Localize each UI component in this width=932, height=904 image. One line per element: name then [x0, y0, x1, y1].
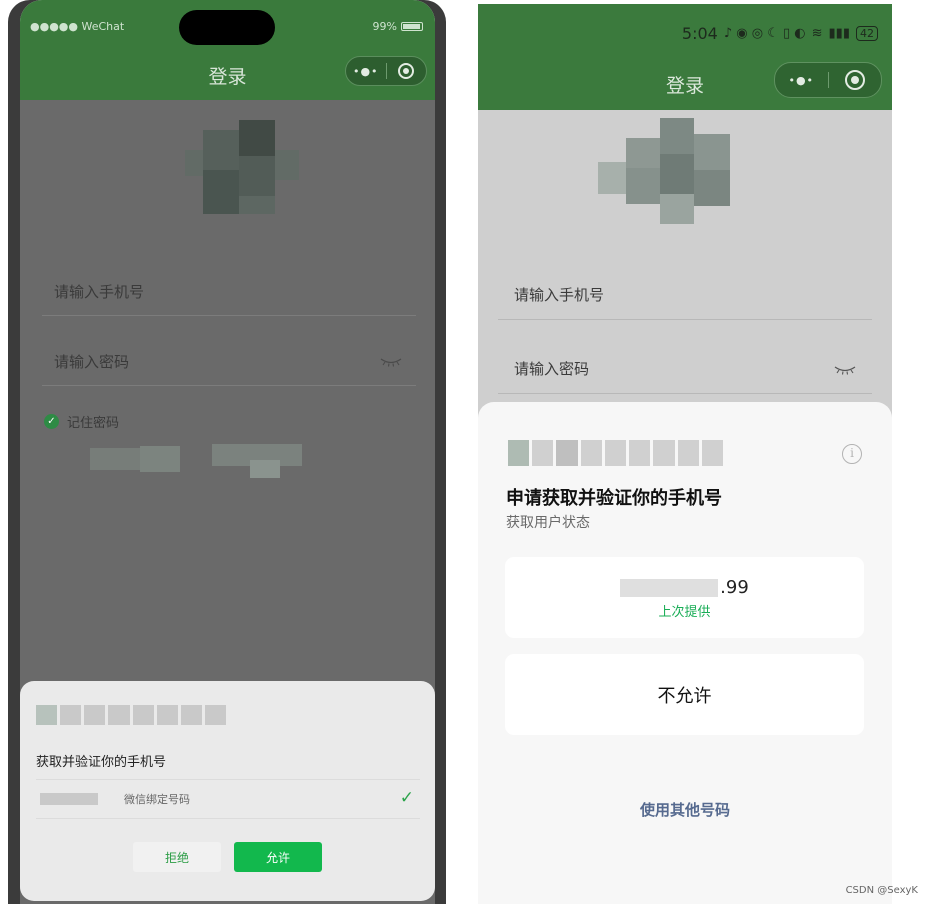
left-phone-input[interactable]: 请输入手机号 — [42, 268, 416, 316]
left-nav-bar: ●●●●● WeChat 99% 登录 •●• — [20, 0, 435, 100]
left-app-name-blurred — [36, 705, 226, 725]
masked-phone-digits — [620, 578, 719, 597]
left-sheet-title: 获取并验证你的手机号 — [36, 755, 167, 770]
capsule-menu-icon[interactable]: •●• — [346, 65, 386, 78]
status-icons: ♪ ◉ ◎ ☾ ▯ ◐ — [723, 26, 806, 41]
right-permission-sheet: i 申请获取并验证你的手机号 获取用户状态 .99 上次提供 不允许 使用其他号… — [478, 402, 892, 904]
watermark: CSDN @SexyK — [845, 885, 918, 896]
right-phone-input[interactable]: 请输入手机号 — [498, 270, 872, 320]
capsule-menu-icon[interactable]: •●• — [775, 74, 828, 87]
wifi-icon: ≋ — [811, 26, 823, 41]
eye-closed-icon[interactable] — [834, 364, 856, 378]
left-blurred-text-4 — [250, 460, 280, 478]
left-password-placeholder: 请输入密码 — [54, 353, 130, 371]
phone-number-row: .99 — [505, 577, 864, 598]
battery-icon: 42 — [856, 26, 878, 41]
left-phone-screen: ●●●●● WeChat 99% 登录 •●• 请输入手机号 请输入密码 ✓ 记… — [20, 0, 435, 904]
right-sheet-subtitle: 获取用户状态 — [506, 515, 590, 531]
right-status-bar: 5:04 ♪ ◉ ◎ ☾ ▯ ◐ ≋ ▮▮▮ 42 — [682, 24, 878, 43]
left-camera-notch — [179, 10, 275, 45]
capsule-close-icon[interactable] — [387, 63, 427, 79]
checkmark-icon: ✓ — [399, 788, 414, 808]
deny-button[interactable]: 不允许 — [505, 654, 864, 735]
right-status-time: 5:04 — [681, 24, 718, 43]
allow-button[interactable]: 允许 — [234, 842, 322, 872]
check-circle-icon: ✓ — [44, 414, 59, 429]
right-sheet-title: 申请获取并验证你的手机号 — [506, 488, 722, 509]
left-permission-sheet: 获取并验证你的手机号 微信绑定号码 ✓ 拒绝 允许 — [20, 681, 435, 901]
last-provided-label: 上次提供 — [658, 605, 711, 620]
phone-number-tail: .99 — [720, 577, 749, 598]
left-status-battery-text: 99% — [372, 20, 397, 33]
capsule-close-icon[interactable] — [829, 70, 882, 90]
left-phone-frame: ●●●●● WeChat 99% 登录 •●• 请输入手机号 请输入密码 ✓ 记… — [8, 0, 446, 904]
left-status-right: 99% — [373, 20, 423, 33]
right-password-placeholder: 请输入密码 — [514, 360, 590, 378]
right-capsule[interactable]: •●• — [774, 62, 882, 98]
screenshot-canvas: ●●●●● WeChat 99% 登录 •●• 请输入手机号 请输入密码 ✓ 记… — [0, 0, 932, 904]
eye-closed-icon[interactable] — [380, 356, 402, 370]
left-capsule[interactable]: •●• — [345, 56, 427, 86]
left-avatar-blurred — [175, 120, 301, 220]
use-other-number-link[interactable]: 使用其他号码 — [478, 799, 892, 820]
left-blurred-text-2 — [140, 446, 180, 472]
left-password-input[interactable]: 请输入密码 — [42, 338, 416, 386]
right-phone-screen: 5:04 ♪ ◉ ◎ ☾ ▯ ◐ ≋ ▮▮▮ 42 登录 •●• 请输入手机号 … — [478, 4, 892, 904]
info-icon[interactable]: i — [842, 444, 862, 464]
signal-icon: ▮▮▮ — [828, 26, 850, 41]
right-password-input[interactable]: 请输入密码 — [498, 344, 872, 394]
right-app-name-blurred — [508, 438, 723, 468]
left-remember-label: 记住密码 — [67, 416, 120, 431]
left-remember-toggle[interactable]: ✓ 记住密码 — [44, 412, 119, 431]
phone-number-option[interactable]: .99 上次提供 — [505, 557, 864, 638]
reject-button[interactable]: 拒绝 — [133, 842, 221, 872]
left-status-carrier: ●●●●● WeChat — [30, 20, 125, 33]
left-masked-number — [40, 793, 98, 805]
battery-icon — [401, 22, 423, 31]
left-phone-option-row[interactable]: 微信绑定号码 ✓ — [36, 779, 420, 819]
right-avatar-blurred — [598, 114, 748, 234]
left-row-label: 微信绑定号码 — [124, 793, 190, 806]
right-nav-bar: 5:04 ♪ ◉ ◎ ☾ ▯ ◐ ≋ ▮▮▮ 42 登录 •●• — [478, 4, 892, 110]
